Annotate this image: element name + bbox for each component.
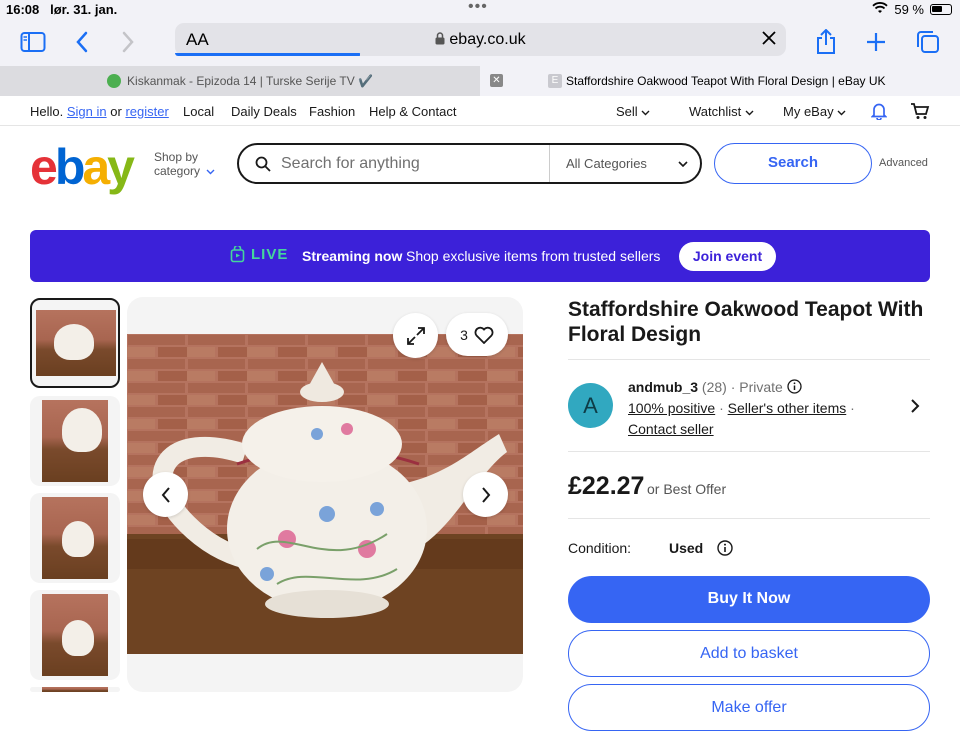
divider [568, 451, 930, 452]
live-banner[interactable]: LIVE Streaming now Shop exclusive items … [30, 230, 930, 282]
seller-avatar[interactable]: A [568, 383, 613, 428]
stop-loading-icon[interactable] [762, 29, 776, 50]
multitask-dots[interactable]: ••• [468, 0, 488, 16]
sellers-other-items-link[interactable]: Seller's other items [728, 400, 847, 416]
sidebar-icon[interactable] [17, 26, 49, 58]
url-text: ebay.co.uk [175, 31, 786, 49]
banner-text: Shop exclusive items from trusted seller… [406, 248, 661, 264]
buy-it-now-button[interactable]: Buy It Now [568, 576, 930, 623]
search-input[interactable]: Search for anything [281, 155, 420, 173]
tab-title: Kiskanmak - Epizoda 14 | Turske Serije T… [127, 74, 373, 88]
join-event-button[interactable]: Join event [679, 242, 776, 271]
wifi-icon [872, 2, 888, 17]
ebay-top-nav: Hello. Sign in or register Local Daily D… [0, 96, 960, 126]
tab-strip: Kiskanmak - Epizoda 14 | Turske Serije T… [0, 66, 960, 96]
close-tab-icon[interactable]: ✕ [490, 74, 503, 87]
sell-menu[interactable]: Sell [616, 104, 650, 119]
next-image-button[interactable] [463, 472, 508, 517]
search-icon [255, 156, 271, 172]
chevron-down-icon [745, 110, 754, 116]
heart-icon [474, 326, 494, 344]
chevron-right-icon[interactable] [909, 398, 921, 414]
back-icon[interactable] [66, 26, 98, 58]
nav-help-contact[interactable]: Help & Contact [369, 104, 456, 119]
chevron-down-icon [641, 110, 650, 116]
previous-image-button[interactable] [143, 472, 188, 517]
live-label: LIVE [230, 246, 288, 263]
expand-icon [406, 326, 425, 345]
tab-ebay[interactable]: ✕ E Staffordshire Oakwood Teapot With Fl… [480, 66, 960, 96]
chevron-down-icon [678, 161, 688, 167]
watch-count: 3 [460, 326, 468, 343]
chevron-down-icon [206, 169, 215, 175]
shop-by-category[interactable]: Shop by category [154, 150, 215, 178]
nav-fashion[interactable]: Fashion [309, 104, 355, 119]
nav-daily-deals[interactable]: Daily Deals [231, 104, 297, 119]
share-icon[interactable] [810, 26, 842, 58]
expand-image-button[interactable] [393, 313, 438, 358]
category-select[interactable]: All Categories [549, 145, 700, 182]
thumbnail-1[interactable] [30, 298, 120, 388]
play-favicon-icon [107, 74, 122, 88]
info-icon [787, 379, 802, 394]
status-bar: 16:08 lør. 31. jan. ••• 59 % [0, 0, 960, 20]
seller-info: andmub_3 (28) · Private 100% positive · … [628, 379, 855, 437]
best-offer-text: or Best Offer [647, 481, 727, 497]
watchlist-menu[interactable]: Watchlist [689, 104, 754, 119]
ebay-logo[interactable]: ebay [30, 138, 135, 196]
thumbnail-4[interactable] [30, 590, 120, 680]
cart-icon[interactable] [910, 102, 930, 123]
condition-value: Used [669, 540, 733, 556]
divider [568, 359, 930, 360]
search-button[interactable]: Search [714, 143, 872, 184]
price: £22.27 [568, 472, 645, 500]
seller-feedback-count: (28) [701, 379, 727, 395]
address-bar[interactable]: AA ebay.co.uk [175, 23, 786, 56]
tab-title: Staffordshire Oakwood Teapot With Floral… [566, 74, 886, 88]
chevron-right-icon [481, 486, 490, 503]
seller-name[interactable]: andmub_3 [628, 379, 698, 395]
shopping-bag-live-icon [230, 246, 245, 263]
tabs-overview-icon[interactable] [912, 26, 944, 58]
notifications-bell-icon[interactable] [870, 102, 888, 123]
register-link[interactable]: register [125, 104, 168, 119]
search-box[interactable]: Search for anything All Categories [237, 143, 702, 184]
greeting: Hello. Sign in or register [30, 104, 169, 119]
chevron-left-icon [161, 486, 170, 503]
watch-button[interactable]: 3 [446, 313, 508, 356]
seller-type: · Private [730, 379, 783, 395]
info-icon [717, 540, 733, 556]
battery-percent: 59 % [894, 2, 924, 17]
add-to-basket-button[interactable]: Add to basket [568, 630, 930, 677]
lock-icon [435, 32, 445, 45]
thumbnail-5[interactable] [30, 687, 120, 692]
chevron-down-icon [837, 110, 846, 116]
sign-in-link[interactable]: Sign in [67, 104, 107, 119]
positive-feedback-link[interactable]: 100% positive [628, 400, 715, 416]
thumbnail-2[interactable] [30, 396, 120, 486]
condition-label: Condition: [568, 540, 632, 556]
page-load-progress [175, 53, 360, 56]
my-ebay-menu[interactable]: My eBay [783, 104, 846, 119]
streaming-now-text: Streaming now [302, 248, 403, 264]
tab-kiskanmak[interactable]: Kiskanmak - Epizoda 14 | Turske Serije T… [0, 66, 480, 96]
advanced-search-link[interactable]: Advanced [879, 157, 928, 169]
main-image-gallery[interactable] [127, 297, 523, 692]
battery-icon [930, 4, 952, 15]
new-tab-icon[interactable] [860, 26, 892, 58]
thumbnail-3[interactable] [30, 493, 120, 583]
listing-title: Staffordshire Oakwood Teapot With Floral… [568, 298, 924, 346]
status-time: 16:08 lør. 31. jan. [6, 2, 118, 17]
make-offer-button[interactable]: Make offer [568, 684, 930, 731]
forward-icon[interactable] [112, 26, 144, 58]
divider [568, 518, 930, 519]
contact-seller-link[interactable]: Contact seller [628, 421, 714, 437]
ebay-favicon-icon: E [548, 74, 562, 88]
nav-local[interactable]: Local [183, 104, 214, 119]
browser-toolbar: AA ebay.co.uk [0, 20, 960, 66]
